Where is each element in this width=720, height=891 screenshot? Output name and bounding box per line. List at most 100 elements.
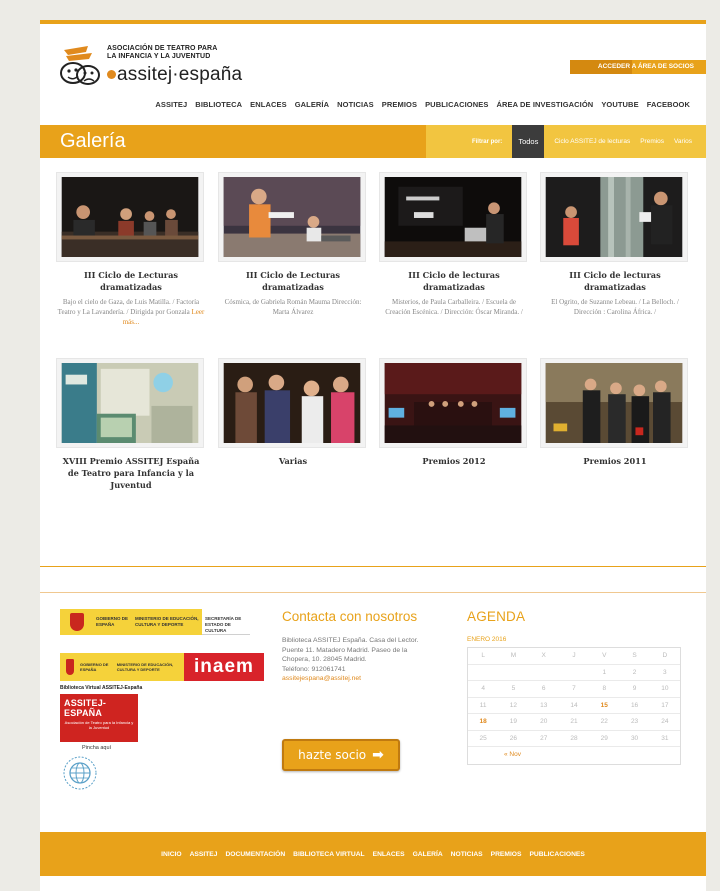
brand-dot <box>107 70 116 79</box>
nav-item-publicaciones[interactable]: PUBLICACIONES <box>425 100 488 109</box>
virtual-library-brand: ASSITEJ-ESPAÑA <box>64 698 107 718</box>
members-area-label: ACCEDER A ÁREA DE SOCIOS <box>597 63 694 70</box>
footer-link-inicio[interactable]: INICIO <box>161 851 181 858</box>
gallery-thumbnail[interactable] <box>56 358 204 448</box>
footer-link-assitej[interactable]: ASSITEJ <box>190 851 218 858</box>
footer-link-publicaciones[interactable]: PUBLICACIONES <box>529 851 584 858</box>
gallery-photo <box>223 363 361 443</box>
agenda-title: AGENDA <box>467 609 526 624</box>
page-title: Galería <box>60 130 126 152</box>
calendar-day: 13 <box>540 701 548 709</box>
filter-ciclo-lecturas[interactable]: Ciclo ASSITEJ de lecturas <box>554 138 630 145</box>
gallery-thumbnail[interactable] <box>540 358 688 448</box>
gallery-item[interactable]: Premios 2011 <box>540 358 690 467</box>
footer-link-noticias[interactable]: NOTICIAS <box>451 851 483 858</box>
nav-item-biblioteca[interactable]: BIBLIOTECA <box>195 100 242 109</box>
calendar-prev-month-link[interactable]: « Nov <box>468 747 680 764</box>
gallery-photo <box>61 177 199 257</box>
gallery-item-title: III Ciclo de Lecturas dramatizadas <box>245 270 341 292</box>
calendar-day: 22 <box>600 718 608 725</box>
gallery-photo <box>384 363 522 443</box>
filter-todos[interactable]: Todos <box>512 125 545 158</box>
join-button[interactable]: hazte socio ➡ <box>282 739 400 771</box>
globe-icon[interactable] <box>62 755 98 791</box>
weekday-label: V <box>602 652 607 659</box>
gob-label: GOBIERNO DE ESPAÑA <box>94 609 132 635</box>
footer-link-galeria[interactable]: GALERÍA <box>413 851 443 858</box>
calendar-day: 11 <box>479 701 487 709</box>
page: ASOCIACIÓN DE TEATRO PARA LA INFANCIA Y … <box>40 20 706 891</box>
calendar-day: 31 <box>661 734 669 742</box>
calendar-day: 16 <box>630 701 639 709</box>
contact-phone: Teléfono: 912061741 <box>282 665 346 673</box>
nav-item-premios[interactable]: PREMIOS <box>382 100 417 109</box>
calendar-day: 28 <box>570 734 578 742</box>
calendar-day-today[interactable]: 15 <box>589 698 619 715</box>
gallery-item[interactable]: III Ciclo de Lecturas dramatizadas Cósmi… <box>218 172 368 317</box>
nav-item-facebook[interactable]: FACEBOOK <box>647 100 690 109</box>
weekday-label: M <box>510 652 517 659</box>
footer-link-biblioteca-virtual[interactable]: BIBLIOTECA VIRTUAL <box>293 851 364 858</box>
nav-item-assitej[interactable]: ASSITEJ <box>155 100 187 109</box>
ministry-label: MINISTERIO DE EDUCACIÓN, CULTURA Y DEPOR… <box>116 662 174 672</box>
calendar-day: 17 <box>661 701 669 709</box>
site-logo[interactable]: ASOCIACIÓN DE TEATRO PARA LA INFANCIA Y … <box>58 40 258 100</box>
gallery-item-title: XVIII Premio ASSITEJ España de Teatro pa… <box>62 456 200 490</box>
gallery-bar: Galería Filtrar por: Todos Ciclo ASSITEJ… <box>40 125 706 158</box>
gallery-thumbnail[interactable] <box>56 172 204 262</box>
virtual-library-banner[interactable]: ASSITEJ-ESPAÑA Asociación de Teatro para… <box>60 694 138 742</box>
calendar-day: 3 <box>663 668 667 676</box>
calendar-day: 29 <box>600 734 608 742</box>
gallery-item[interactable]: III Ciclo de lecturas dramatizadas Miste… <box>379 172 529 317</box>
weekday-label: D <box>662 652 668 659</box>
coat-of-arms-icon <box>66 659 75 675</box>
nav-item-investigacion[interactable]: ÁREA DE INVESTIGACIÓN <box>496 100 593 109</box>
calendar-day: 30 <box>630 734 639 742</box>
gallery-item[interactable]: Varias <box>218 358 368 467</box>
calendar-day: 24 <box>661 718 669 725</box>
calendar-day-event[interactable]: 18 <box>468 714 498 731</box>
calendar-day: 10 <box>661 685 669 692</box>
gallery-thumbnail[interactable] <box>379 358 527 448</box>
gallery-photo <box>545 177 683 257</box>
arrow-right-icon: ➡ <box>372 747 384 763</box>
nav-item-enlaces[interactable]: ENLACES <box>250 100 287 109</box>
gob-inaem-panel: GOBIERNO DE ESPAÑA MINISTERIO DE EDUCACIÓ… <box>60 653 184 681</box>
nav-item-noticias[interactable]: NOTICIAS <box>337 100 374 109</box>
calendar-day <box>468 665 498 682</box>
virtual-library-link[interactable]: Pincha aquí <box>82 745 250 751</box>
calendar: L M X J V S D 1 2 3 4 5 6 7 8 9 10 11 12… <box>467 647 681 765</box>
gallery-item[interactable]: Premios 2012 <box>379 358 529 467</box>
footer-link-documentacion[interactable]: DOCUMENTACIÓN <box>225 851 285 858</box>
gallery-thumbnail[interactable] <box>540 172 688 262</box>
gallery-item-desc: Cósmica, de Gabriela Román Mauma Direcci… <box>224 298 362 316</box>
calendar-day: 25 <box>479 734 487 742</box>
gallery-thumbnail[interactable] <box>218 172 366 262</box>
gallery-thumbnail[interactable] <box>379 172 527 262</box>
calendar-day: 2 <box>632 668 637 676</box>
brand-name: assitej·españa <box>107 64 242 86</box>
weekday-label: X <box>541 652 546 659</box>
weekday-label: J <box>572 652 576 659</box>
gallery-item[interactable]: III Ciclo de lecturas dramatizadas El Og… <box>540 172 690 317</box>
gallery-item-title: III Ciclo de Lecturas dramatizadas <box>83 270 179 292</box>
contact-email-link[interactable]: assitejespana@assitej.net <box>282 674 432 684</box>
contact-title: Contacta con nosotros <box>282 609 418 624</box>
filter-premios[interactable]: Premios <box>640 138 664 145</box>
gallery-item-title: Varias <box>278 456 308 466</box>
gallery-item-title: III Ciclo de lecturas dramatizadas <box>569 270 661 292</box>
calendar-week: 25 26 27 28 29 30 31 <box>468 731 680 747</box>
gobierno-cultura-logo[interactable]: GOBIERNO DE ESPAÑA MINISTERIO DE EDUCACI… <box>60 609 250 635</box>
gallery-item[interactable]: XVIII Premio ASSITEJ España de Teatro pa… <box>56 358 206 491</box>
gallery-thumbnail[interactable] <box>218 358 366 448</box>
nav-item-youtube[interactable]: YOUTUBE <box>601 100 638 109</box>
members-area-button[interactable]: ACCEDER A ÁREA DE SOCIOS <box>570 60 706 74</box>
calendar-day: 23 <box>630 718 639 725</box>
nav-item-galeria[interactable]: GALERÍA <box>295 100 329 109</box>
gallery-item[interactable]: III Ciclo de Lecturas dramatizadas Bajo … <box>56 172 206 327</box>
inaem-logo[interactable]: GOBIERNO DE ESPAÑA MINISTERIO DE EDUCACIÓ… <box>60 653 264 681</box>
filter-varios[interactable]: Varios <box>674 138 692 145</box>
contact-section: Contacta con nosotros Biblioteca ASSITEJ… <box>282 609 432 684</box>
footer-link-enlaces[interactable]: ENLACES <box>373 851 405 858</box>
footer-link-premios[interactable]: PREMIOS <box>491 851 522 858</box>
